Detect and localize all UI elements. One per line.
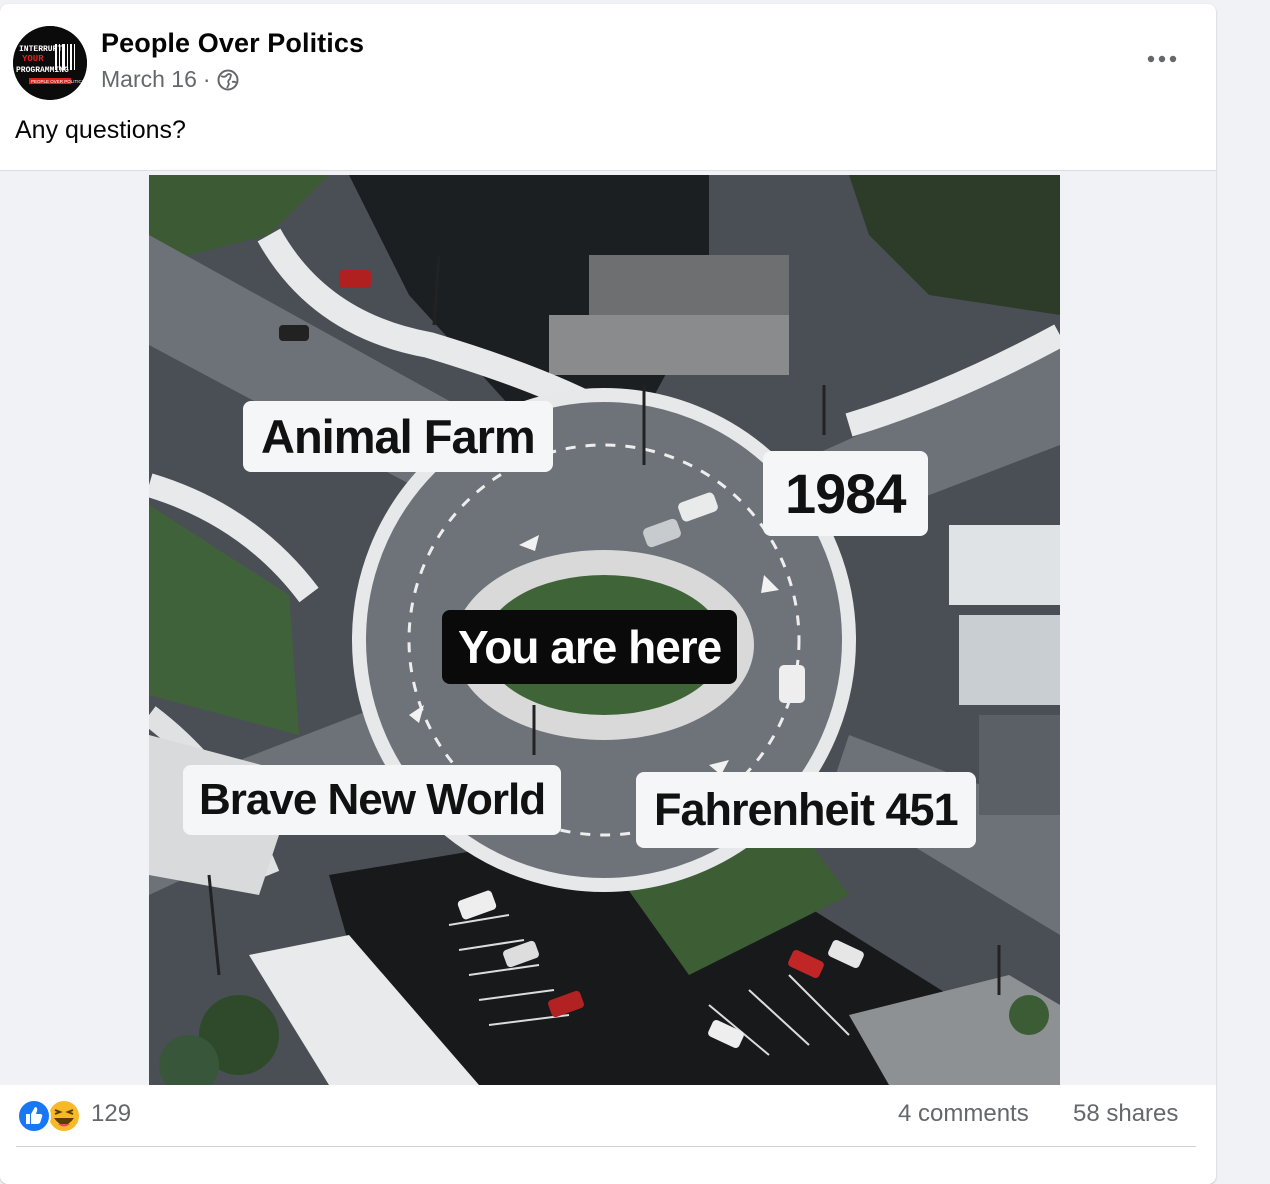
page-avatar[interactable]: INTERRUPT YOUR PROGRAMMING PEOPLE OVER P… <box>13 26 87 100</box>
svg-text:PEOPLE OVER POLITICS: PEOPLE OVER POLITICS <box>31 79 85 84</box>
post-stats: 129 4 comments 58 shares <box>0 1086 1216 1144</box>
label-fahrenheit-451: Fahrenheit 451 <box>636 772 976 848</box>
label-1984: 1984 <box>763 451 928 536</box>
media-area: Animal Farm 1984 You are here Brave New … <box>0 170 1216 1085</box>
label-you-are-here: You are here <box>442 610 738 684</box>
label-animal-farm: Animal Farm <box>243 401 553 472</box>
post-card: INTERRUPT YOUR PROGRAMMING PEOPLE OVER P… <box>0 4 1216 1184</box>
reaction-icons[interactable] <box>16 1098 86 1134</box>
shares-count-link[interactable]: 58 shares <box>1073 1100 1178 1128</box>
globe-icon[interactable] <box>217 69 239 91</box>
svg-text:YOUR: YOUR <box>22 54 44 64</box>
more-options-button[interactable] <box>1142 44 1182 74</box>
comments-count-link[interactable]: 4 comments <box>898 1100 1029 1128</box>
page-name[interactable]: People Over Politics <box>101 28 364 59</box>
haha-icon <box>47 1099 81 1133</box>
reaction-count[interactable]: 129 <box>91 1100 131 1128</box>
label-brave-new-world: Brave New World <box>183 765 562 835</box>
like-icon <box>17 1099 51 1133</box>
post-text: Any questions? <box>15 116 186 144</box>
post-meta: March 16 · <box>101 66 239 93</box>
page-logo: INTERRUPT YOUR PROGRAMMING PEOPLE OVER P… <box>13 26 87 100</box>
action-bar-divider <box>16 1146 1196 1147</box>
post-date[interactable]: March 16 <box>101 66 197 93</box>
post-photo[interactable]: Animal Farm 1984 You are here Brave New … <box>149 175 1060 1085</box>
more-horizontal-icon <box>1147 55 1177 63</box>
svg-text:PROGRAMMING: PROGRAMMING <box>16 66 69 75</box>
meta-separator: · <box>202 66 211 92</box>
